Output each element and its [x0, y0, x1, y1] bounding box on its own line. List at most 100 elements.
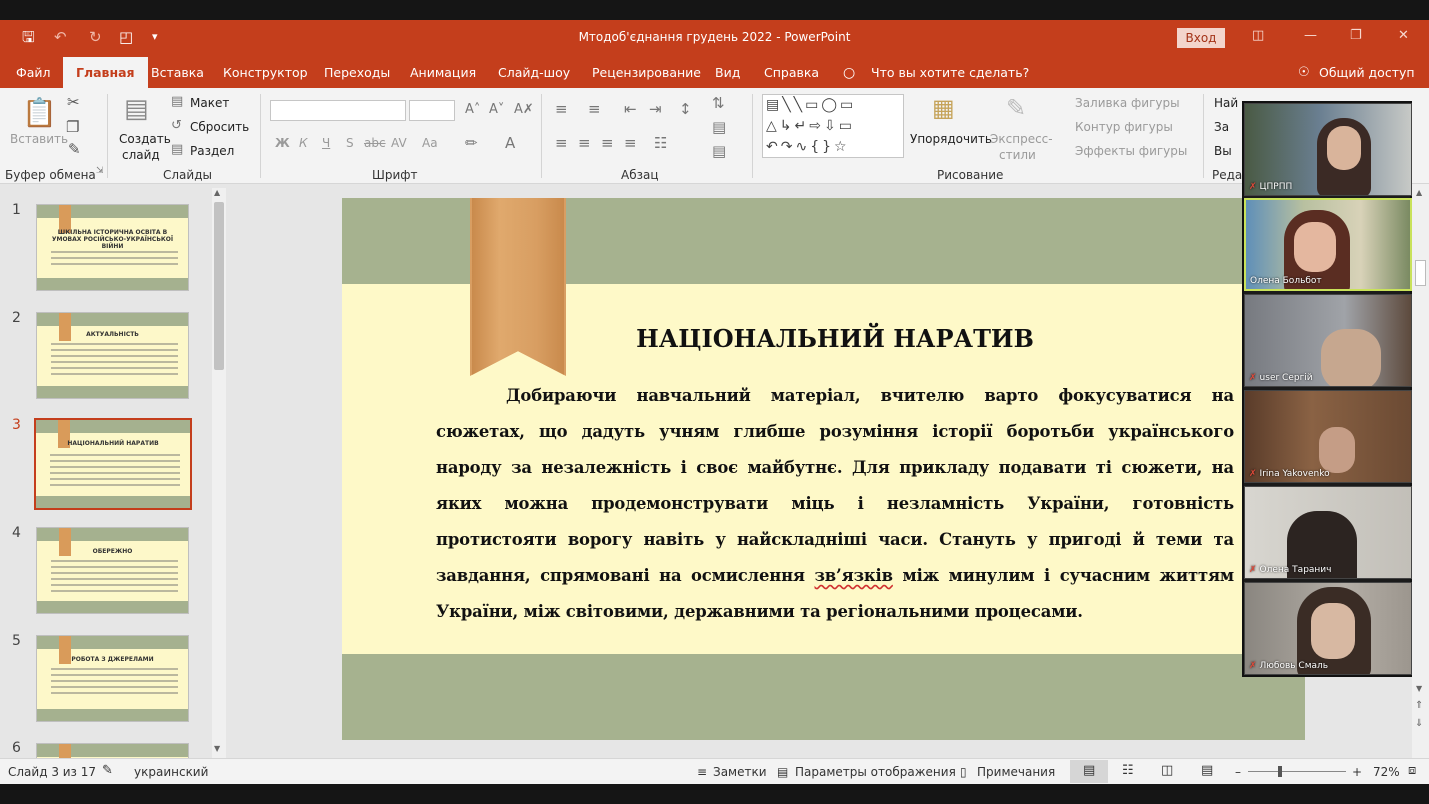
smartart-icon[interactable]: ▤ [712, 142, 726, 160]
quick-styles-button[interactable]: Экспресс- [990, 132, 1053, 146]
scroll-down-icon[interactable]: ▼ [214, 744, 220, 753]
scrollbar-thumb[interactable] [1415, 260, 1426, 286]
bold-button[interactable]: Ж [275, 136, 290, 150]
arrange-icon[interactable]: ▦ [932, 94, 955, 122]
tab-design[interactable]: Конструктор [223, 65, 308, 80]
layout-button[interactable]: Макет [190, 96, 229, 110]
align-right-icon[interactable]: ≡ [601, 134, 614, 152]
comments-button[interactable]: Примечания [977, 765, 1055, 779]
participant-tile[interactable]: Олена Больбот [1244, 198, 1412, 291]
slide-thumbnail-2[interactable]: АКТУАЛЬНІСТЬ [36, 312, 189, 399]
line-spacing-icon[interactable]: ↕ [679, 100, 692, 118]
slideshow-view-icon[interactable]: ▤ [1201, 763, 1213, 778]
select-button[interactable]: Вы [1214, 144, 1232, 158]
italic-button[interactable]: К [299, 136, 308, 150]
quick-styles-icon[interactable]: ✎ [1006, 94, 1026, 122]
grow-font-icon[interactable]: A˄ [465, 102, 480, 117]
reset-button[interactable]: Сбросить [190, 120, 249, 134]
scroll-up-icon[interactable]: ▲ [214, 188, 220, 197]
display-settings-button[interactable]: Параметры отображения [795, 765, 956, 779]
bullets-icon[interactable]: ≡ [555, 100, 568, 118]
tab-view[interactable]: Вид [715, 65, 740, 80]
shape-outline-button[interactable]: Контур фигуры [1075, 120, 1173, 134]
participant-tile[interactable]: ✗ Irina Yakovenko [1244, 390, 1412, 483]
language-indicator[interactable]: украинский [134, 765, 208, 779]
change-case-button[interactable]: Aa [422, 136, 438, 150]
tab-help[interactable]: Справка [764, 65, 819, 80]
slide-scrollbar[interactable]: ▲ ▼ ⇑ ⇓ [1412, 184, 1429, 758]
highlight-icon[interactable]: ✏ [465, 134, 478, 152]
prev-slide-icon[interactable]: ⇑ [1415, 700, 1423, 711]
zoom-out-icon[interactable]: – [1235, 765, 1241, 779]
next-slide-icon[interactable]: ⇓ [1415, 718, 1423, 729]
dialog-launcher-icon[interactable]: ⇲ [96, 166, 104, 176]
paste-icon[interactable]: 📋 [22, 96, 57, 129]
slide-thumbnail-4[interactable]: ОБЕРЕЖНО [36, 527, 189, 614]
text-direction-icon[interactable]: ⇅ [712, 94, 725, 112]
cut-icon[interactable]: ✂ [67, 93, 80, 111]
justify-icon[interactable]: ≡ [624, 134, 637, 152]
underline-button[interactable]: Ч [322, 136, 330, 150]
tab-animations[interactable]: Анимация [410, 65, 476, 80]
thumbnail-scrollbar[interactable]: ▲ ▼ [212, 188, 226, 758]
align-center-icon[interactable]: ≡ [578, 134, 591, 152]
fit-slide-icon[interactable]: ⧈ [1408, 763, 1416, 778]
reading-view-icon[interactable]: ◫ [1161, 763, 1173, 778]
zoom-level[interactable]: 72% [1373, 765, 1400, 779]
maximize-button[interactable]: ❐ [1350, 28, 1362, 43]
increase-indent-icon[interactable]: ⇥ [649, 100, 662, 118]
slide-sorter-icon[interactable]: ☷ [1122, 763, 1134, 778]
shrink-font-icon[interactable]: A˅ [489, 102, 504, 117]
participant-tile[interactable]: ✗ Любовь Смаль [1244, 582, 1412, 675]
copy-icon[interactable]: ❐ [66, 118, 79, 136]
shadow-button[interactable]: S [346, 136, 354, 150]
strikethrough-button[interactable]: abc [364, 136, 386, 150]
replace-button[interactable]: За [1214, 120, 1229, 134]
slide-thumbnail-6[interactable] [36, 743, 189, 758]
scroll-down-icon[interactable]: ▼ [1416, 684, 1422, 693]
participant-tile[interactable]: ✗ user Сергій [1244, 294, 1412, 387]
tab-slideshow[interactable]: Слайд-шоу [498, 65, 570, 80]
arrange-button[interactable]: Упорядочить [910, 132, 992, 146]
slide-body-text[interactable]: Добираючи навчальний матеріал, вчителю в… [436, 378, 1234, 630]
notes-button[interactable]: Заметки [713, 765, 767, 779]
slide-title[interactable]: НАЦІОНАЛЬНИЙ НАРАТИВ [592, 324, 1078, 353]
shapes-gallery[interactable]: ▤╲╲▭◯▭ △↳↵⇨⇩▭ ↶↷∿{}☆ [762, 94, 904, 158]
zoom-in-icon[interactable]: + [1352, 765, 1362, 779]
font-size-combo[interactable] [409, 100, 455, 121]
font-name-combo[interactable] [270, 100, 406, 121]
quick-styles-button-line2[interactable]: стили [999, 148, 1036, 162]
find-button[interactable]: Най [1214, 96, 1238, 110]
shape-fill-button[interactable]: Заливка фигуры [1075, 96, 1180, 110]
participant-tile[interactable]: ✗ ЦПРПП [1244, 103, 1412, 196]
tab-file[interactable]: Файл [16, 65, 51, 80]
tell-me-search[interactable]: Что вы хотите сделать? [871, 65, 1029, 80]
tab-review[interactable]: Рецензирование [592, 65, 701, 80]
format-painter-icon[interactable]: ✎ [68, 140, 81, 158]
font-color-icon[interactable]: A [505, 134, 515, 152]
columns-icon[interactable]: ☷ [654, 134, 667, 152]
paste-button[interactable]: Вставить [10, 132, 68, 146]
minimize-button[interactable]: — [1304, 28, 1317, 43]
close-button[interactable]: ✕ [1398, 28, 1409, 43]
zoom-slider-thumb[interactable] [1278, 766, 1282, 777]
tab-transitions[interactable]: Переходы [324, 65, 390, 80]
new-slide-button-line2[interactable]: слайд [122, 148, 160, 162]
shape-effects-button[interactable]: Эффекты фигуры [1075, 144, 1187, 158]
numbering-icon[interactable]: ≡ [588, 100, 601, 118]
slide-thumbnail-3[interactable]: НАЦІОНАЛЬНИЙ НАРАТИВ [34, 418, 192, 510]
section-button[interactable]: Раздел [190, 144, 234, 158]
new-slide-button[interactable]: Создать [119, 132, 171, 146]
scrollbar-thumb[interactable] [214, 202, 224, 370]
participant-tile[interactable]: ✗ Олена Таранич [1244, 486, 1412, 579]
clear-format-icon[interactable]: A✗ [514, 102, 534, 117]
char-spacing-button[interactable]: AV [391, 136, 407, 150]
tab-insert[interactable]: Вставка [151, 65, 204, 80]
slide-thumbnail-5[interactable]: РОБОТА З ДЖЕРЕЛАМИ [36, 635, 189, 722]
decrease-indent-icon[interactable]: ⇤ [624, 100, 637, 118]
signin-button[interactable]: Вход [1177, 28, 1225, 48]
align-text-icon[interactable]: ▤ [712, 118, 726, 136]
slide-canvas[interactable]: НАЦІОНАЛЬНИЙ НАРАТИВ Добираючи навчальни… [342, 198, 1305, 740]
spellcheck-icon[interactable]: ✎ [102, 763, 113, 778]
slide-thumbnail-1[interactable]: ШКІЛЬНА ІСТОРИЧНА ОСВІТА В УМОВАХ РОСІЙС… [36, 204, 189, 291]
